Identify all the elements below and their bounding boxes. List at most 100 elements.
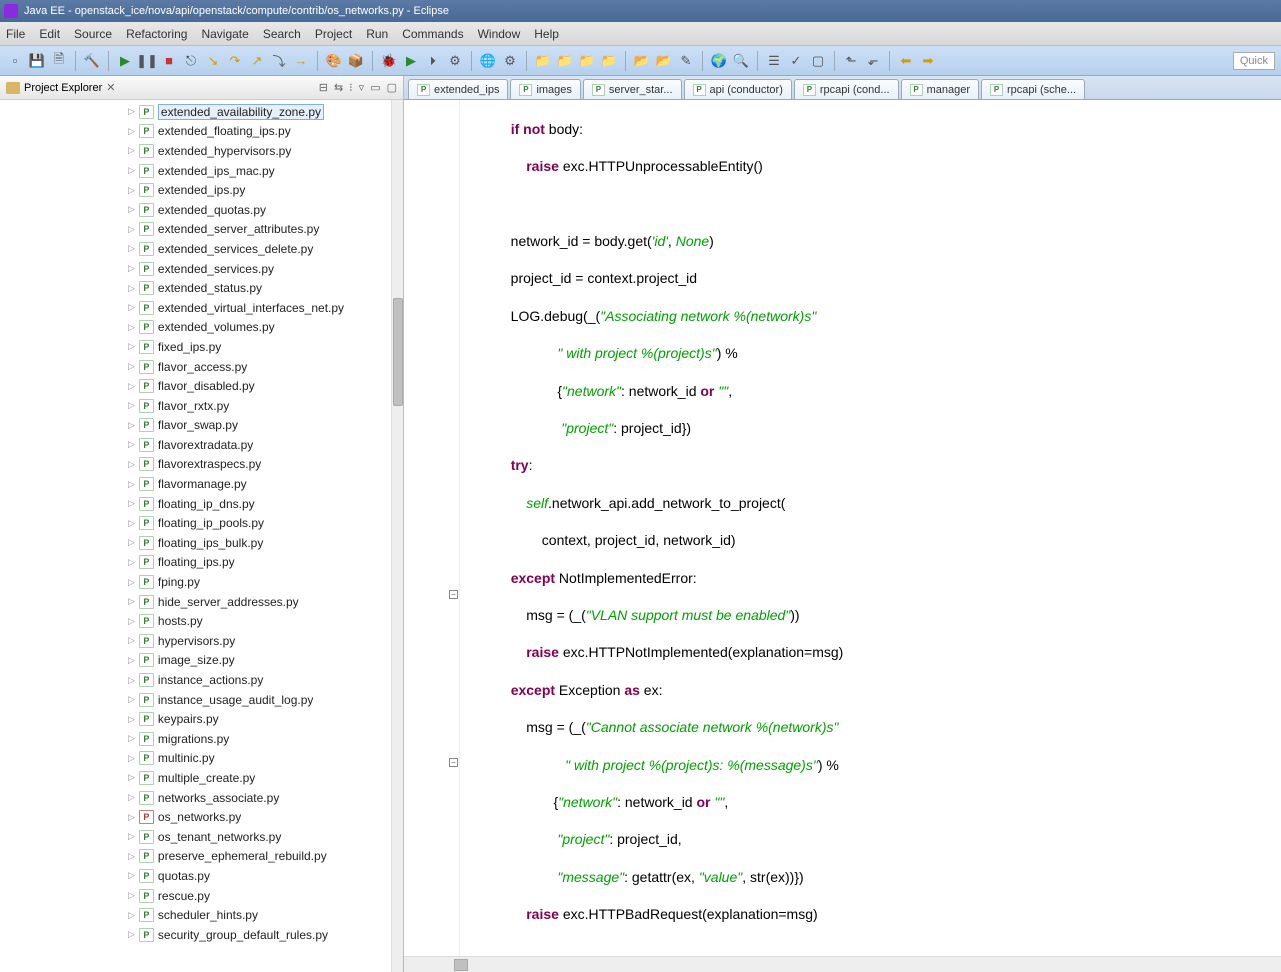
tree-item-preserve_ephemeral_rebuild-py[interactable]: ▷Ppreserve_ephemeral_rebuild.py bbox=[0, 847, 391, 867]
view-menu-icon[interactable]: ▿ bbox=[359, 81, 365, 94]
expand-icon[interactable]: ▷ bbox=[128, 557, 135, 568]
fold-minus-icon[interactable]: − bbox=[449, 758, 458, 767]
expand-icon[interactable]: ▷ bbox=[128, 792, 135, 803]
folder1-icon[interactable]: 📁 bbox=[534, 52, 552, 70]
editor-tab-3[interactable]: Papi (conductor) bbox=[684, 79, 792, 99]
menu-project[interactable]: Project bbox=[315, 27, 352, 41]
expand-icon[interactable]: ▷ bbox=[128, 341, 135, 352]
hscroll-thumb[interactable] bbox=[454, 959, 468, 971]
editor-tab-6[interactable]: Prpcapi (sche... bbox=[981, 79, 1085, 99]
tree-item-flavor_swap-py[interactable]: ▷Pflavor_swap.py bbox=[0, 416, 391, 436]
tree-item-extended_virtual_interfaces_net-py[interactable]: ▷Pextended_virtual_interfaces_net.py bbox=[0, 298, 391, 318]
expand-icon[interactable]: ▷ bbox=[128, 459, 135, 470]
palette-icon[interactable]: 🎨 bbox=[325, 52, 343, 70]
expand-icon[interactable]: ▷ bbox=[128, 400, 135, 411]
expand-icon[interactable]: ▷ bbox=[128, 851, 135, 862]
folder2-icon[interactable]: 📁 bbox=[556, 52, 574, 70]
scrollbar-thumb[interactable] bbox=[393, 298, 403, 406]
expand-icon[interactable]: ▷ bbox=[128, 577, 135, 588]
run-icon[interactable]: ▶ bbox=[402, 52, 420, 70]
expand-icon[interactable]: ▷ bbox=[128, 185, 135, 196]
nav1-icon[interactable]: 📂 bbox=[633, 52, 651, 70]
tree-item-fping-py[interactable]: ▷Pfping.py bbox=[0, 572, 391, 592]
filter-icon[interactable]: ⁝ bbox=[349, 81, 353, 94]
tree-item-image_size-py[interactable]: ▷Pimage_size.py bbox=[0, 651, 391, 671]
expand-icon[interactable]: ▷ bbox=[128, 518, 135, 529]
menu-navigate[interactable]: Navigate bbox=[201, 27, 248, 41]
resume-icon[interactable]: ▶ bbox=[116, 52, 134, 70]
link-editor-icon[interactable]: ⇆ bbox=[334, 81, 343, 94]
tree-item-floating_ips_bulk-py[interactable]: ▷Pfloating_ips_bulk.py bbox=[0, 533, 391, 553]
menu-commands[interactable]: Commands bbox=[402, 27, 463, 41]
step-return-icon[interactable]: ↗ bbox=[248, 52, 266, 70]
expand-icon[interactable]: ▷ bbox=[128, 283, 135, 294]
sync-icon[interactable]: ⚙ bbox=[501, 52, 519, 70]
expand-icon[interactable]: ▷ bbox=[128, 322, 135, 333]
web-icon[interactable]: 🌍 bbox=[710, 52, 728, 70]
stop-icon[interactable]: ■ bbox=[160, 52, 178, 70]
tree-item-extended_status-py[interactable]: ▷Pextended_status.py bbox=[0, 278, 391, 298]
save-icon[interactable]: 💾 bbox=[28, 52, 46, 70]
expand-icon[interactable]: ▷ bbox=[128, 126, 135, 137]
expand-icon[interactable]: ▷ bbox=[128, 381, 135, 392]
minimize-icon[interactable]: ▭ bbox=[370, 81, 380, 94]
pause-icon[interactable]: ❚❚ bbox=[138, 52, 156, 70]
horizontal-scrollbar[interactable] bbox=[404, 956, 1281, 972]
editor-tab-0[interactable]: Pextended_ips bbox=[408, 79, 508, 99]
expand-icon[interactable]: ▷ bbox=[128, 870, 135, 881]
step-over-icon[interactable]: ↷ bbox=[226, 52, 244, 70]
step-into-icon[interactable]: ↘ bbox=[204, 52, 222, 70]
run-last-icon[interactable]: 🞂 bbox=[424, 52, 442, 70]
folder3-icon[interactable]: 📁 bbox=[578, 52, 596, 70]
expand-icon[interactable]: ▷ bbox=[128, 910, 135, 921]
prev-edit-icon[interactable]: ⬑ bbox=[842, 52, 860, 70]
expand-icon[interactable]: ▷ bbox=[128, 929, 135, 940]
menu-help[interactable]: Help bbox=[534, 27, 559, 41]
tree-item-keypairs-py[interactable]: ▷Pkeypairs.py bbox=[0, 709, 391, 729]
external-icon[interactable]: ⚙ bbox=[446, 52, 464, 70]
tree-item-extended_services-py[interactable]: ▷Pextended_services.py bbox=[0, 259, 391, 279]
expand-icon[interactable]: ▷ bbox=[128, 753, 135, 764]
expand-icon[interactable]: ▷ bbox=[128, 204, 135, 215]
editor-tab-5[interactable]: Pmanager bbox=[901, 79, 979, 99]
file-tree[interactable]: ▷Pextended_availability_zone.py ▷Pextende… bbox=[0, 100, 391, 972]
expand-icon[interactable]: ▷ bbox=[128, 498, 135, 509]
expand-icon[interactable]: ▷ bbox=[128, 733, 135, 744]
back-icon[interactable]: ⬅ bbox=[897, 52, 915, 70]
menu-source[interactable]: Source bbox=[74, 27, 112, 41]
tree-item-floating_ip_pools-py[interactable]: ▷Pfloating_ip_pools.py bbox=[0, 513, 391, 533]
tree-item-flavorextraspecs-py[interactable]: ▷Pflavorextraspecs.py bbox=[0, 455, 391, 475]
tree-item-floating_ips-py[interactable]: ▷Pfloating_ips.py bbox=[0, 553, 391, 573]
tree-item-extended_ips-py[interactable]: ▷Pextended_ips.py bbox=[0, 180, 391, 200]
menu-search[interactable]: Search bbox=[263, 27, 301, 41]
expand-icon[interactable]: ▷ bbox=[128, 537, 135, 548]
expand-icon[interactable]: ▷ bbox=[128, 145, 135, 156]
save-all-icon[interactable]: 🗎 bbox=[50, 52, 68, 70]
expand-icon[interactable]: ▷ bbox=[128, 635, 135, 646]
tree-item-networks_associate-py[interactable]: ▷Pnetworks_associate.py bbox=[0, 788, 391, 808]
debug-icon[interactable]: 🐞 bbox=[380, 52, 398, 70]
tree-item-extended_server_attributes-py[interactable]: ▷Pextended_server_attributes.py bbox=[0, 220, 391, 240]
close-icon[interactable]: ✕ bbox=[106, 81, 115, 94]
quick-access[interactable]: Quick bbox=[1233, 52, 1275, 70]
new-icon[interactable]: ▫ bbox=[6, 52, 24, 70]
tree-item-hypervisors-py[interactable]: ▷Phypervisors.py bbox=[0, 631, 391, 651]
tree-item-os_networks-py[interactable]: ▷Pos_networks.py bbox=[0, 807, 391, 827]
project-explorer-tab[interactable]: Project Explorer ✕ ⊟ ⇆ ⁝ ▿ ▭ ▢ bbox=[0, 76, 403, 100]
tree-item-extended_services_delete-py[interactable]: ▷Pextended_services_delete.py bbox=[0, 239, 391, 259]
tree-item-os_tenant_networks-py[interactable]: ▷Pos_tenant_networks.py bbox=[0, 827, 391, 847]
tree-item-fixed_ips-py[interactable]: ▷Pfixed_ips.py bbox=[0, 337, 391, 357]
expand-icon[interactable]: ▷ bbox=[128, 243, 135, 254]
editor-tab-4[interactable]: Prpcapi (cond... bbox=[794, 79, 899, 99]
expand-icon[interactable]: ▷ bbox=[128, 302, 135, 313]
tree-item-extended_ips_mac-py[interactable]: ▷Pextended_ips_mac.py bbox=[0, 161, 391, 181]
expand-icon[interactable]: ▷ bbox=[128, 263, 135, 274]
tree-item-instance_actions-py[interactable]: ▷Pinstance_actions.py bbox=[0, 670, 391, 690]
tree-item-multiple_create-py[interactable]: ▷Pmultiple_create.py bbox=[0, 768, 391, 788]
nav3-icon[interactable]: ✎ bbox=[677, 52, 695, 70]
tree-item-quotas-py[interactable]: ▷Pquotas.py bbox=[0, 866, 391, 886]
build-icon[interactable]: 🔨 bbox=[83, 52, 101, 70]
tree-item-instance_usage_audit_log-py[interactable]: ▷Pinstance_usage_audit_log.py bbox=[0, 690, 391, 710]
menu-refactoring[interactable]: Refactoring bbox=[126, 27, 187, 41]
tree-item-extended_availability_zone-py[interactable]: ▷Pextended_availability_zone.py bbox=[0, 102, 391, 122]
